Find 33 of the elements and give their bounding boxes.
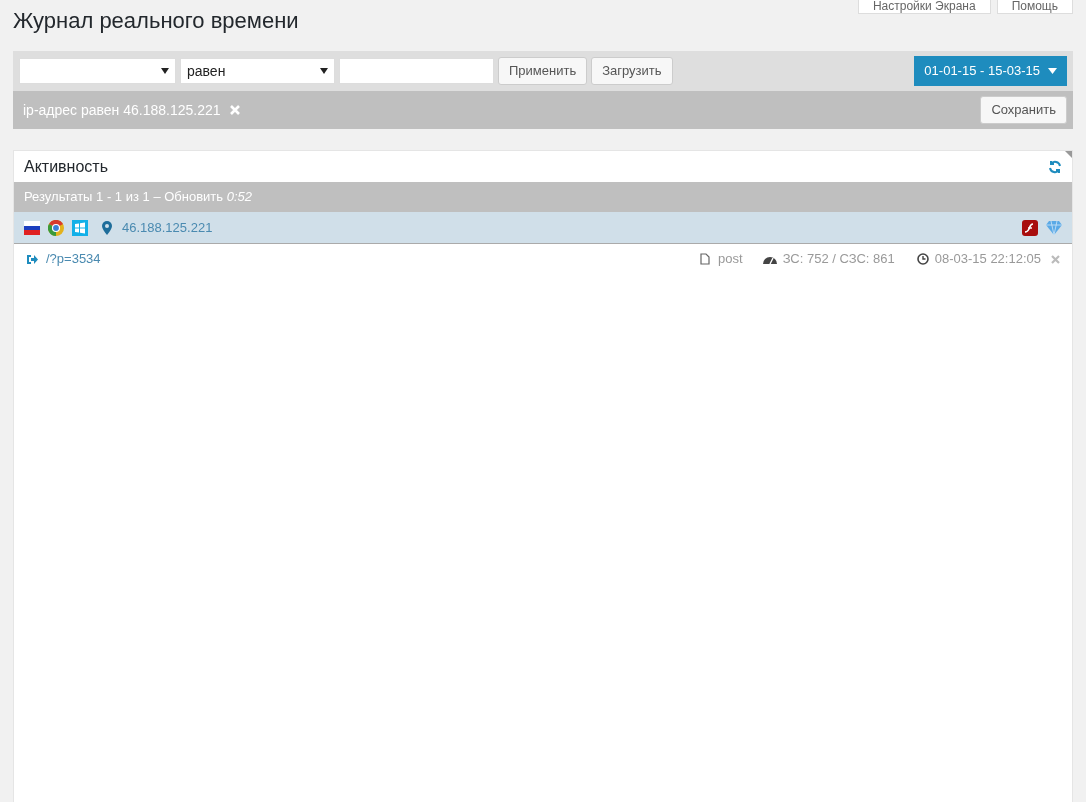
browser-icon: [48, 219, 64, 236]
corner-icon: [1065, 151, 1072, 158]
screen-size: ЗС: 752 / СЗС: 861: [782, 250, 895, 269]
value-input[interactable]: [339, 58, 494, 84]
diamond-icon: [1046, 220, 1062, 235]
header-tab-button[interactable]: Настройки Экрана: [857, 0, 991, 14]
refresh-icon[interactable]: [1048, 159, 1062, 174]
windows-icon: [72, 219, 88, 236]
visit-time: 08-03-15 22:12:05: [934, 250, 1041, 269]
clock-icon: [916, 253, 929, 265]
header-tab-button[interactable]: Помощь: [996, 0, 1073, 14]
caret-icon: [1048, 68, 1057, 74]
page-link[interactable]: /?p=3534: [46, 249, 101, 269]
content-type: post: [718, 250, 743, 269]
flag-icon: [24, 220, 40, 235]
operator-select[interactable]: равен: [180, 58, 335, 84]
date-range-button[interactable]: 01-01-15 - 15-03-15: [914, 56, 1067, 86]
flash-icon: [1022, 219, 1038, 236]
remove-icon[interactable]: [229, 105, 240, 115]
filter-button[interactable]: Применить: [498, 57, 588, 85]
delete-icon[interactable]: [1051, 254, 1060, 264]
location-pin-icon: [102, 220, 112, 235]
document-icon: [700, 253, 711, 265]
field-select[interactable]: [19, 58, 176, 84]
filter-button[interactable]: Загрузить: [591, 57, 673, 85]
page-title: Журнал реального времени: [13, 7, 299, 35]
active-filter-text: ip-адрес равен 46.188.125.221: [23, 100, 221, 120]
caret-icon: [161, 68, 169, 74]
save-button[interactable]: Сохранить: [980, 96, 1067, 124]
exit-icon: [26, 253, 38, 265]
caret-icon: [320, 68, 328, 74]
panel-title: Активность: [24, 156, 108, 177]
results-text: Результаты 1 - 1 из 1 – Обновить 0:52: [24, 188, 253, 207]
